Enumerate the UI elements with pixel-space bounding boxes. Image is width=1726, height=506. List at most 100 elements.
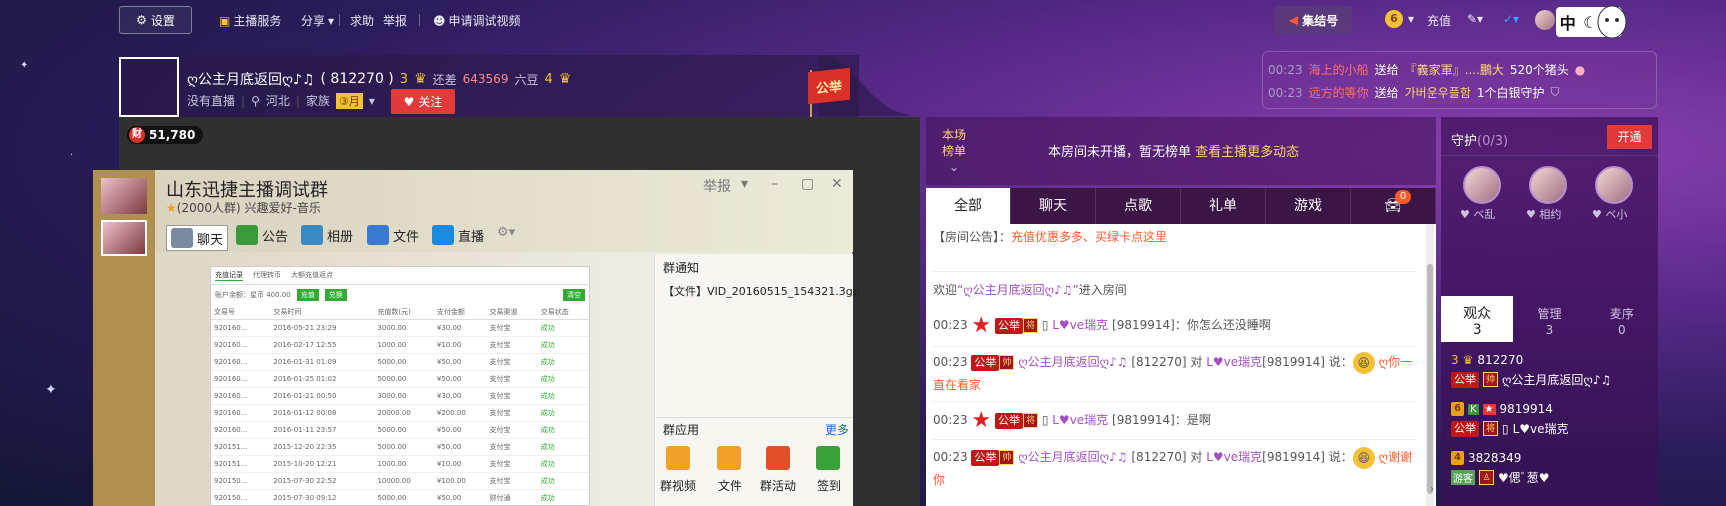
wealth-counter: 财 51,780 xyxy=(127,126,204,144)
activity-icon[interactable] xyxy=(766,446,790,470)
tab-audience[interactable]: 观众 3 xyxy=(1441,296,1514,342)
scrollbar-thumb[interactable] xyxy=(1427,264,1433,494)
chat-username[interactable]: L♥ve瑞克 xyxy=(1052,413,1108,427)
edit-icon[interactable]: ✎▾ xyxy=(1467,12,1483,26)
qq-settings-gear-icon[interactable]: ⚙▾ xyxy=(497,225,515,240)
group-avatar[interactable] xyxy=(101,220,147,256)
qq-tab-album[interactable]: 相册 xyxy=(301,225,353,245)
audience-item[interactable]: 游客 ♙ ♥偲ﾞ葱♥ xyxy=(1451,469,1550,486)
rank-badge-line: 本场 xyxy=(941,128,966,142)
chat-target-user[interactable]: L♥ve瑞克 xyxy=(1206,355,1262,369)
laugh-emoji-icon: 😆︎ xyxy=(1352,351,1375,374)
follow-button[interactable]: ♥ 关注 xyxy=(391,89,455,114)
tab-car[interactable]: 🚘︎ 0 xyxy=(1351,188,1436,224)
group-apps-title: 群应用 xyxy=(663,423,700,437)
host-service-link[interactable]: ▣ 主播服务 xyxy=(219,12,281,29)
group-notice-file[interactable]: 【文件】VID_20160515_154321.3gp xyxy=(663,283,860,299)
chat-scrollbar[interactable] xyxy=(1426,224,1434,506)
chat-username[interactable]: ღ公主月底返回ღ♪♫ xyxy=(1018,450,1127,464)
rank-badge[interactable]: 本场 榜单 ⌄ xyxy=(938,127,970,174)
panel-tab[interactable]: 充值记录 xyxy=(215,270,243,281)
rank-icon: ♙ xyxy=(1479,470,1494,485)
anchor-avatar[interactable] xyxy=(119,57,179,117)
help-link[interactable]: 求助 xyxy=(350,12,374,29)
audience-item[interactable]: 4 3828349 xyxy=(1451,451,1521,465)
chat-message: 00:23 ★ 公举将 ▯ L♥ve瑞克 [9819914]：是啊 xyxy=(933,407,1211,433)
table-cell: 5000.00 xyxy=(374,489,434,506)
maximize-icon[interactable]: ▢ xyxy=(801,176,814,192)
panel-exchange-button[interactable]: 兑换 xyxy=(324,289,347,301)
qq-report-button[interactable]: 举报 xyxy=(703,176,731,196)
tab-games[interactable]: 游戏 xyxy=(1266,188,1351,224)
chat-target-user[interactable]: L♥ve瑞克 xyxy=(1206,450,1262,464)
settings-button[interactable]: ⚙ 设置 xyxy=(119,6,192,34)
anchor-name[interactable]: ღ公主月底返回ღ♪♫ xyxy=(187,69,315,89)
heart-icon: ♥ xyxy=(403,94,415,109)
notice-link[interactable]: 充值优惠多多、买绿卡点这里 xyxy=(1011,230,1167,244)
chat-username[interactable]: L♥ve瑞克 xyxy=(1052,318,1108,332)
folder-icon[interactable] xyxy=(717,446,741,470)
tab-chat[interactable]: 聊天 xyxy=(1011,188,1096,224)
chevron-down-icon[interactable]: ▾ xyxy=(741,176,748,192)
qq-tab-live[interactable]: 直播 xyxy=(432,225,484,245)
family-badge[interactable]: ③月 xyxy=(335,92,363,109)
audience-item[interactable]: 公举将 ▯ L♥ve瑞克 xyxy=(1451,420,1569,437)
verified-icon[interactable]: ✓▾ xyxy=(1503,12,1519,26)
group-apps-more[interactable]: 更多 xyxy=(825,421,849,438)
table-cell: ¥10.00 xyxy=(433,336,487,354)
crown-icon: ♛ xyxy=(414,71,427,87)
chat-username[interactable]: ღ公主月底返回ღ♪♫ xyxy=(1018,355,1127,369)
panel-recharge-button[interactable]: 充值 xyxy=(296,289,319,301)
location-pin-icon: ⚲ xyxy=(251,93,260,108)
tab-song-request[interactable]: 点歌 xyxy=(1096,188,1181,224)
table-cell: 支付宝 xyxy=(486,319,538,337)
coin-dropdown-icon[interactable]: ▾ xyxy=(1408,12,1414,26)
user-avatar[interactable] xyxy=(1535,10,1555,30)
phone-icon: ▯ xyxy=(1041,413,1049,427)
table-cell: 10000.00 xyxy=(374,472,434,490)
rank-text: 本房间未开播，暂无榜单 查看主播更多动态 xyxy=(1048,145,1300,160)
more-activity-link[interactable]: 查看主播更多动态 xyxy=(1195,145,1299,160)
guard-avatar[interactable] xyxy=(1529,166,1567,204)
recharge-table: 交易号 交易时间 充值数(元) 支付金额 交易渠道 交易状态 920160... 2016-0… xyxy=(211,305,589,506)
guard-avatar[interactable] xyxy=(1463,166,1501,204)
audience-item[interactable]: 3 ♛ 812270 xyxy=(1451,353,1523,367)
audience-item[interactable]: 公举帅 ღ公主月底返回ღ♪♫ xyxy=(1451,371,1611,388)
recharge-link[interactable]: 充值 xyxy=(1427,12,1451,29)
audience-item[interactable]: 6 K ★ 9819914 xyxy=(1451,402,1553,416)
table-cell: ¥50.00 xyxy=(433,353,487,371)
tab-all[interactable]: 全部 xyxy=(926,188,1011,224)
guard-avatar[interactable] xyxy=(1595,166,1633,204)
checkin-icon[interactable] xyxy=(816,446,840,470)
group-avatar[interactable] xyxy=(101,178,147,214)
caret-down-icon[interactable]: ▾ xyxy=(369,94,375,108)
panel-clear-button[interactable]: 清空 xyxy=(563,289,585,301)
guard-name: ♥ ベ乱 xyxy=(1460,208,1496,221)
close-icon[interactable]: ✕ xyxy=(831,176,843,192)
guard-name: ♥ 相约 xyxy=(1526,208,1562,221)
panel-tab[interactable]: 代理转币 xyxy=(253,270,281,281)
welcome-user[interactable]: “ღ公主月底返回ღ♪♫” xyxy=(957,283,1079,297)
open-guard-button[interactable]: 开通 xyxy=(1607,125,1652,149)
qq-tab-chat[interactable]: 聊天 xyxy=(166,225,229,251)
panel-tab[interactable]: 大额充值返点 xyxy=(291,270,333,281)
qq-tab-notice[interactable]: 公告 xyxy=(236,225,288,245)
tab-admins[interactable]: 管理 3 xyxy=(1513,296,1585,342)
tab-gift-list[interactable]: 礼单 xyxy=(1181,188,1266,224)
report-link[interactable]: 举报 xyxy=(383,12,407,29)
divider xyxy=(419,14,420,26)
qq-tab-files[interactable]: 文件 xyxy=(367,225,419,245)
tab-mic-queue[interactable]: 麦序 0 xyxy=(1586,296,1658,342)
jiejie-button[interactable]: ◀ 集结号 xyxy=(1275,6,1352,34)
robot-icon: ☻ xyxy=(433,13,446,28)
chevron-right-icon[interactable]: › xyxy=(1430,484,1434,495)
table-row: 920160... 2016-01-12 00:08 20000.00 ¥200.00… xyxy=(211,404,589,422)
minimize-icon[interactable]: – xyxy=(771,176,778,192)
table-cell: 支付宝 xyxy=(486,336,538,354)
rank-icon: 将 xyxy=(1022,413,1038,428)
share-dropdown[interactable]: 分享 ▾ xyxy=(301,12,334,29)
caret-down-icon: ▾ xyxy=(328,13,335,28)
table-cell: 支付宝 xyxy=(486,404,538,422)
group-video-icon[interactable] xyxy=(666,446,690,470)
apply-debug-video-link[interactable]: ☻ 申请调试视频 xyxy=(433,12,521,29)
